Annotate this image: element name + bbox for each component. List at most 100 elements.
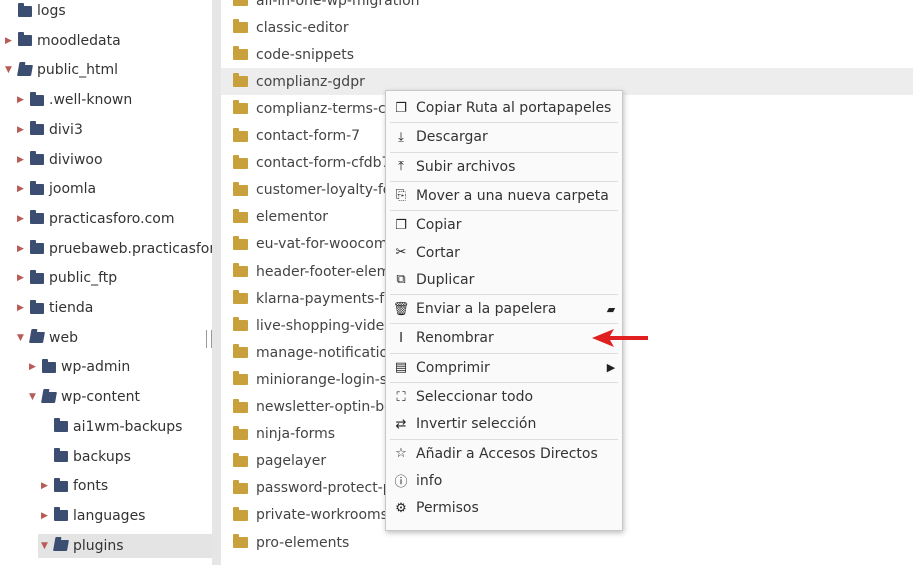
tree-item-joomla[interactable]: ▶ joomla	[0, 177, 212, 201]
tree-item-moodledata[interactable]: ▶ moodledata	[0, 29, 212, 53]
tree-item-diviwoo[interactable]: ▶ diviwoo	[0, 148, 212, 172]
menu-item-label: Seleccionar todo	[416, 389, 534, 405]
folder-icon	[30, 240, 44, 255]
tree-item-ai1wm-backups[interactable]: ai1wm-backups	[0, 415, 212, 439]
caret-right-icon[interactable]: ▶	[40, 474, 49, 498]
menu-item-label: Enviar a la papelera	[416, 301, 557, 318]
menu-item-info[interactable]: ⓘ info	[386, 467, 622, 495]
folder-icon	[30, 151, 44, 165]
caret-right-icon[interactable]: ▶	[16, 148, 25, 172]
folder-icon	[233, 317, 248, 332]
copy-icon: ❐	[395, 217, 407, 233]
tree-item-tienda[interactable]: ▶ tienda	[0, 296, 212, 320]
folder-icon	[233, 46, 248, 61]
folder-open-icon	[41, 391, 57, 403]
folder-icon	[54, 477, 68, 492]
panel-splitter[interactable]	[206, 0, 221, 565]
tree-item--well-known[interactable]: ▶ .well-known	[0, 88, 212, 112]
caret-right-icon[interactable]: ▶	[4, 29, 13, 53]
menu-item-copiar-ruta-al-portapapeles[interactable]: ❐ Copiar Ruta al portapapeles	[386, 94, 622, 122]
menu-item-comprimir[interactable]: ▤ Comprimir ▶	[386, 354, 622, 382]
tree-item-logs[interactable]: logs	[0, 0, 212, 23]
tree-item-practicasforo-com[interactable]: ▶ practicasforo.com	[0, 207, 212, 231]
tree-item-pruebaweb-practicasforo[interactable]: ▶ pruebaweb.practicasforo	[0, 237, 212, 261]
select-all-icon: ⛶	[396, 389, 406, 405]
folder-icon	[30, 180, 44, 195]
tree-item-backups[interactable]: backups	[0, 445, 212, 469]
caret-right-icon[interactable]: ▶	[28, 355, 37, 379]
folder-icon	[30, 91, 44, 106]
folder-icon	[233, 73, 248, 88]
caret-right-icon[interactable]: ▶	[16, 177, 25, 201]
caret-down-icon[interactable]: ▼	[40, 534, 49, 558]
menu-item-mover-a-una-nueva-carpeta[interactable]: ⎘ Mover a una nueva carpeta	[386, 182, 622, 210]
tree-item-public-ftp[interactable]: ▶ public_ftp	[0, 266, 212, 290]
move-folder-icon: ⎘	[395, 188, 407, 204]
splitter-grip[interactable]	[206, 330, 212, 348]
tree-item-label: pruebaweb.practicasforo	[49, 240, 212, 257]
caret-right-icon[interactable]: ▶	[16, 118, 25, 142]
caret-down-icon[interactable]: ▼	[16, 326, 25, 350]
folder-icon	[30, 121, 44, 136]
eraser-icon: ▰	[606, 302, 616, 316]
caret-down-icon[interactable]: ▼	[4, 58, 13, 82]
menu-item-seleccionar-todo[interactable]: ⛶ Seleccionar todo	[386, 383, 622, 411]
menu-item-descargar[interactable]: ⤓ Descargar	[386, 123, 622, 151]
menu-item-renombrar[interactable]: I Renombrar	[386, 324, 622, 352]
menu-item-duplicar[interactable]: ⧉ Duplicar	[386, 266, 622, 294]
file-name: pro-elements	[256, 534, 350, 551]
tree-item-label: logs	[37, 3, 66, 19]
caret-right-icon[interactable]: ▶	[16, 88, 25, 112]
tree-item-wp-admin[interactable]: ▶ wp-admin	[0, 355, 212, 379]
tree-item-fonts[interactable]: ▶ fonts	[0, 474, 212, 498]
menu-item-label: Duplicar	[416, 271, 475, 288]
folder-tree: logs ▶ moodledata ▼ public_html ▶ .well-known ▶…	[0, 0, 212, 565]
folder-icon	[233, 452, 248, 467]
menu-item-invertir-selecci-n[interactable]: ⇄ Invertir selección	[386, 410, 622, 438]
context-menu: ❐ Copiar Ruta al portapapeles ⤓ Descargar ⤒ S…	[385, 90, 623, 531]
tree-item-wp-content[interactable]: ▼ wp-content	[0, 385, 212, 409]
file-name: pagelayer	[256, 453, 327, 470]
tree-item-label: backups	[73, 448, 131, 465]
tree-item-plugins[interactable]: ▼ plugins	[38, 533, 212, 558]
file-row[interactable]: code-snippets	[221, 41, 913, 68]
file-row[interactable]: all-in-one-wp-migration	[221, 0, 913, 14]
menu-item-label: Permisos	[416, 500, 479, 517]
folder-icon	[233, 181, 248, 196]
menu-item-enviar-a-la-papelera[interactable]: 🗑 Enviar a la papelera ▰	[386, 295, 622, 323]
folder-icon	[233, 19, 248, 34]
info-icon: ⓘ	[394, 475, 408, 491]
tree-item-label: ai1wm-backups	[73, 418, 183, 435]
menu-item-subir-archivos[interactable]: ⤒ Subir archivos	[386, 153, 622, 181]
menu-item-permisos[interactable]: ⚙ Permisos	[386, 494, 622, 522]
menu-item-copiar[interactable]: ❐ Copiar	[386, 211, 622, 239]
tree-item-label: wp-admin	[61, 359, 131, 376]
caret-down-icon[interactable]: ▼	[28, 385, 37, 409]
caret-right-icon[interactable]: ▶	[16, 237, 25, 261]
caret-right-icon[interactable]: ▶	[40, 504, 49, 528]
menu-item-a-adir-a-accesos-directos[interactable]: ☆ Añadir a Accesos Directos	[386, 440, 622, 468]
menu-item-cortar[interactable]: ✂ Cortar	[386, 239, 622, 267]
tree-item-web[interactable]: ▼ web	[0, 326, 212, 350]
menu-item-label: Comprimir	[416, 359, 490, 376]
tree-item-label: web	[49, 329, 78, 346]
folder-icon	[233, 371, 248, 386]
folder-icon	[30, 299, 44, 314]
submenu-arrow-icon: ▶	[606, 361, 616, 375]
tree-item-languages[interactable]: ▶ languages	[0, 504, 212, 528]
file-row[interactable]: classic-editor	[221, 14, 913, 41]
folder-icon	[233, 0, 248, 6]
tree-item-divi3[interactable]: ▶ divi3	[0, 118, 212, 142]
tree-item-public-html[interactable]: ▼ public_html	[0, 58, 212, 82]
menu-item-label: Añadir a Accesos Directos	[416, 445, 598, 462]
archive-icon: ▤	[394, 360, 408, 376]
file-row[interactable]: pro-elements	[221, 529, 913, 556]
folder-open-icon	[29, 332, 45, 344]
caret-right-icon[interactable]: ▶	[16, 266, 25, 290]
invert-selection-icon: ⇄	[395, 416, 407, 432]
caret-right-icon[interactable]: ▶	[16, 296, 25, 320]
folder-icon	[233, 208, 248, 223]
caret-right-icon[interactable]: ▶	[16, 207, 25, 231]
folder-icon	[30, 210, 44, 225]
tree-item-label: diviwoo	[49, 151, 103, 168]
